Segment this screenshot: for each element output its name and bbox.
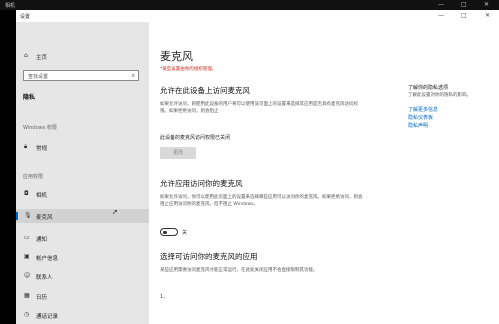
minimize-button[interactable]: — [438,12,444,19]
search-placeholder: 查找设置 [28,74,49,80]
call-history-icon: ◷ [24,311,30,318]
toggle-state-label: 关 [182,230,188,236]
app-access-description: 如果允许访问，你可以使用此页面上的设置来选择哪些应用可以访问你的麦克风。如果拒绝… [160,195,363,207]
device-access-status: 此设备的麦克风访问权限已关闭 [160,135,231,141]
sidebar-item-label: 联系人 [36,275,53,281]
choose-apps-footnote: 1、 [160,294,169,300]
microphone-icon: 🎙︎ [24,212,32,219]
app-access-heading: 允许应用访问你的麦克风 [160,179,243,188]
sidebar-item-label: 通话记录 [36,314,59,320]
lock-icon: 🔒︎ [24,143,28,150]
page-title: 麦克风 [160,50,193,63]
outer-close-button[interactable]: ✕ [484,1,489,8]
close-button[interactable]: ✕ [485,12,490,19]
outer-minimize-button[interactable]: — [438,1,444,8]
sidebar-item-microphone[interactable]: 🎙︎ 麦克风 [16,209,149,223]
sidebar-item-notifications[interactable]: ▭ 通知 [16,231,149,245]
sidebar: ⌂ 主页 查找设置 ⌕ 隐私 Windows 权限 🔒︎ 常规 应用权限 ◘ 相… [16,22,149,324]
window-title-bar: 设置 — □ ✕ [16,10,499,22]
device-access-description: 如果允许访问，则使用此设备的用户将可以使用该页面上的设置来选择其应用是否具有麦克… [160,102,358,114]
device-access-heading: 允许在此设备上访问麦克风 [160,86,250,95]
privacy-dashboard-link[interactable]: 隐私仪表板 [408,114,433,121]
settings-window: 设置 — □ ✕ ⌂ 主页 查找设置 ⌕ 隐私 Windows 权限 🔒︎ 常规… [16,10,499,324]
privacy-statement-link[interactable]: 隐私声明 [408,122,428,129]
notification-icon: ▭ [24,234,30,241]
managed-warning: *某些设置由你的组织管理。 [160,67,217,72]
sidebar-item-calendar[interactable]: ▦ 日历 [16,289,149,303]
sidebar-item-home[interactable]: ⌂ 主页 [16,49,149,63]
sidebar-item-label: 常规 [36,146,48,152]
mouse-cursor: ➚ [112,208,118,216]
choose-apps-description: 某些应用需要访问麦克风才能正常运行。在此处关闭应用不会直接限制其功能。 [160,268,318,273]
change-button[interactable]: 更改 [160,147,196,159]
sidebar-item-account-info[interactable]: ▣ 帐户信息 [16,250,149,264]
outer-window-title: 相机 [5,3,16,9]
sidebar-item-general[interactable]: 🔒︎ 常规 [16,140,149,154]
section-privacy: 隐私 [23,94,36,101]
learn-more-link[interactable]: 了解更多信息 [408,106,438,113]
section-windows-permissions: Windows 权限 [23,125,57,131]
choose-apps-heading: 选择可访问你的麦克风的应用 [160,252,258,261]
section-app-permissions: 应用权限 [23,174,44,180]
related-heading: 了解你的隐私选项 [408,85,449,91]
sidebar-item-call-history[interactable]: ◷ 通话记录 [16,308,149,322]
home-icon: ⌂ [24,52,28,59]
camera-icon: ◘ [24,190,29,197]
sidebar-item-label: 麦克风 [36,215,53,221]
sidebar-item-label: 主页 [36,55,48,61]
search-icon[interactable]: ⌕ [132,72,135,80]
outer-maximize-button[interactable]: □ [461,1,467,8]
related-description: 了解此设置对你的隐私的影响。 [408,93,471,98]
outer-title-bar: 相机 — □ ✕ [0,0,499,10]
sidebar-item-label: 日历 [36,295,48,301]
microphone-access-toggle[interactable] [160,228,178,236]
calendar-icon: ▦ [24,292,30,299]
window-title: 设置 [20,14,31,20]
main-content: 麦克风 *某些设置由你的组织管理。 允许在此设备上访问麦克风 如果允许访问，则使… [149,22,499,324]
sidebar-item-label: 通知 [36,237,48,243]
account-info-icon: ▣ [24,253,30,260]
search-input[interactable]: 查找设置 ⌕ [23,70,139,81]
sidebar-item-label: 相机 [36,193,48,199]
maximize-button[interactable]: □ [461,12,467,19]
sidebar-item-contacts[interactable]: ☺ 联系人 [16,269,149,283]
contacts-icon: ☺ [24,272,31,279]
toggle-knob [163,230,167,234]
sidebar-item-camera[interactable]: ◘ 相机 [16,187,149,201]
sidebar-item-label: 帐户信息 [36,256,59,262]
